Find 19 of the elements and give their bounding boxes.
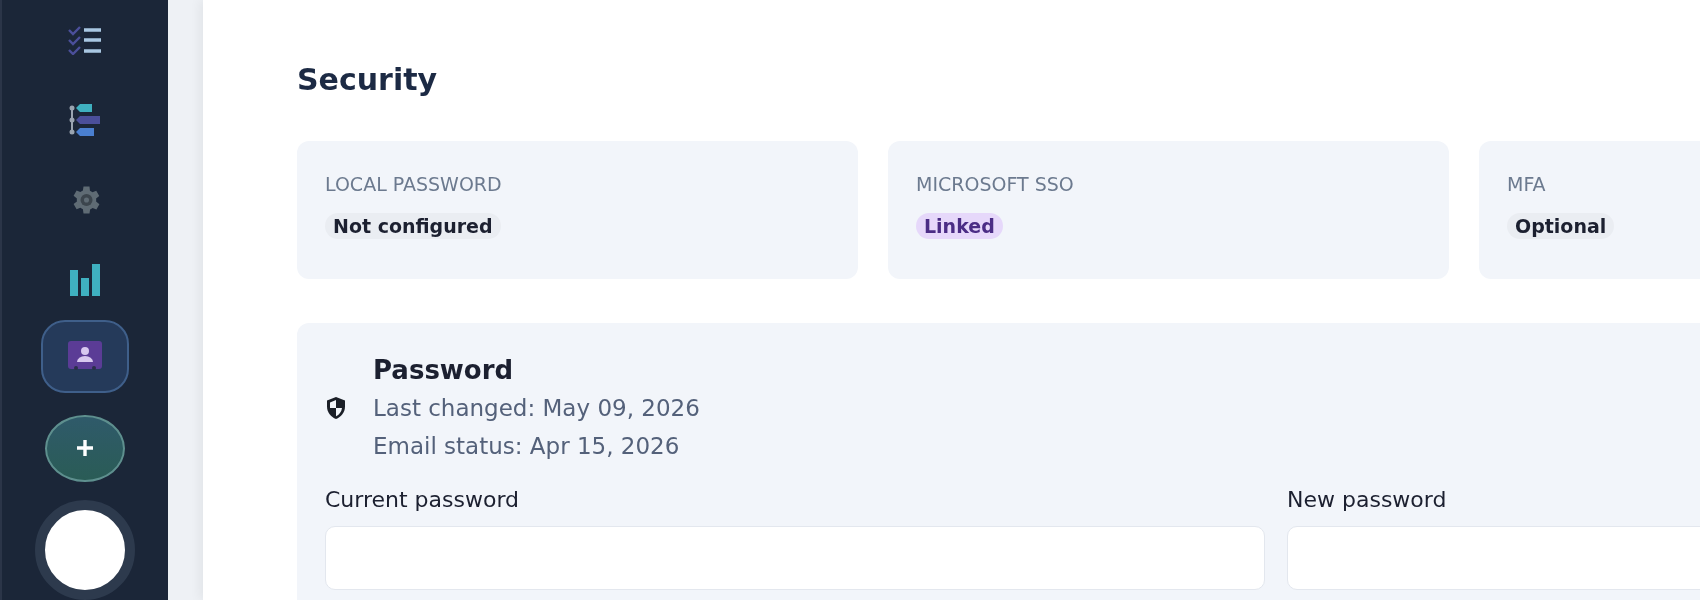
page-title: Security xyxy=(297,62,438,97)
info-text: Email status: Apr 15, 2026 xyxy=(373,432,681,461)
tree-list-icon xyxy=(69,104,101,137)
section-title: Password xyxy=(373,355,515,385)
status-badge: Not configured xyxy=(325,213,501,239)
status-badge: Linked xyxy=(916,213,1003,239)
password-field[interactable] xyxy=(325,526,1265,590)
password-field[interactable] xyxy=(1287,526,1700,590)
status-badge: Optional xyxy=(1507,213,1615,239)
contact-card-icon xyxy=(68,341,102,372)
plus-icon xyxy=(76,439,94,458)
card-label: LOCAL PASSWORD xyxy=(325,173,502,195)
card-label: MICROSOFT SSO xyxy=(916,173,1074,195)
card-label: MFA xyxy=(1507,173,1546,195)
field-label: Current password xyxy=(325,487,521,512)
info-text: Last changed: May 09, 2026 xyxy=(373,394,700,423)
checklist-icon xyxy=(68,25,102,55)
field-label: New password xyxy=(1287,487,1448,512)
bar-chart-icon xyxy=(69,264,101,297)
